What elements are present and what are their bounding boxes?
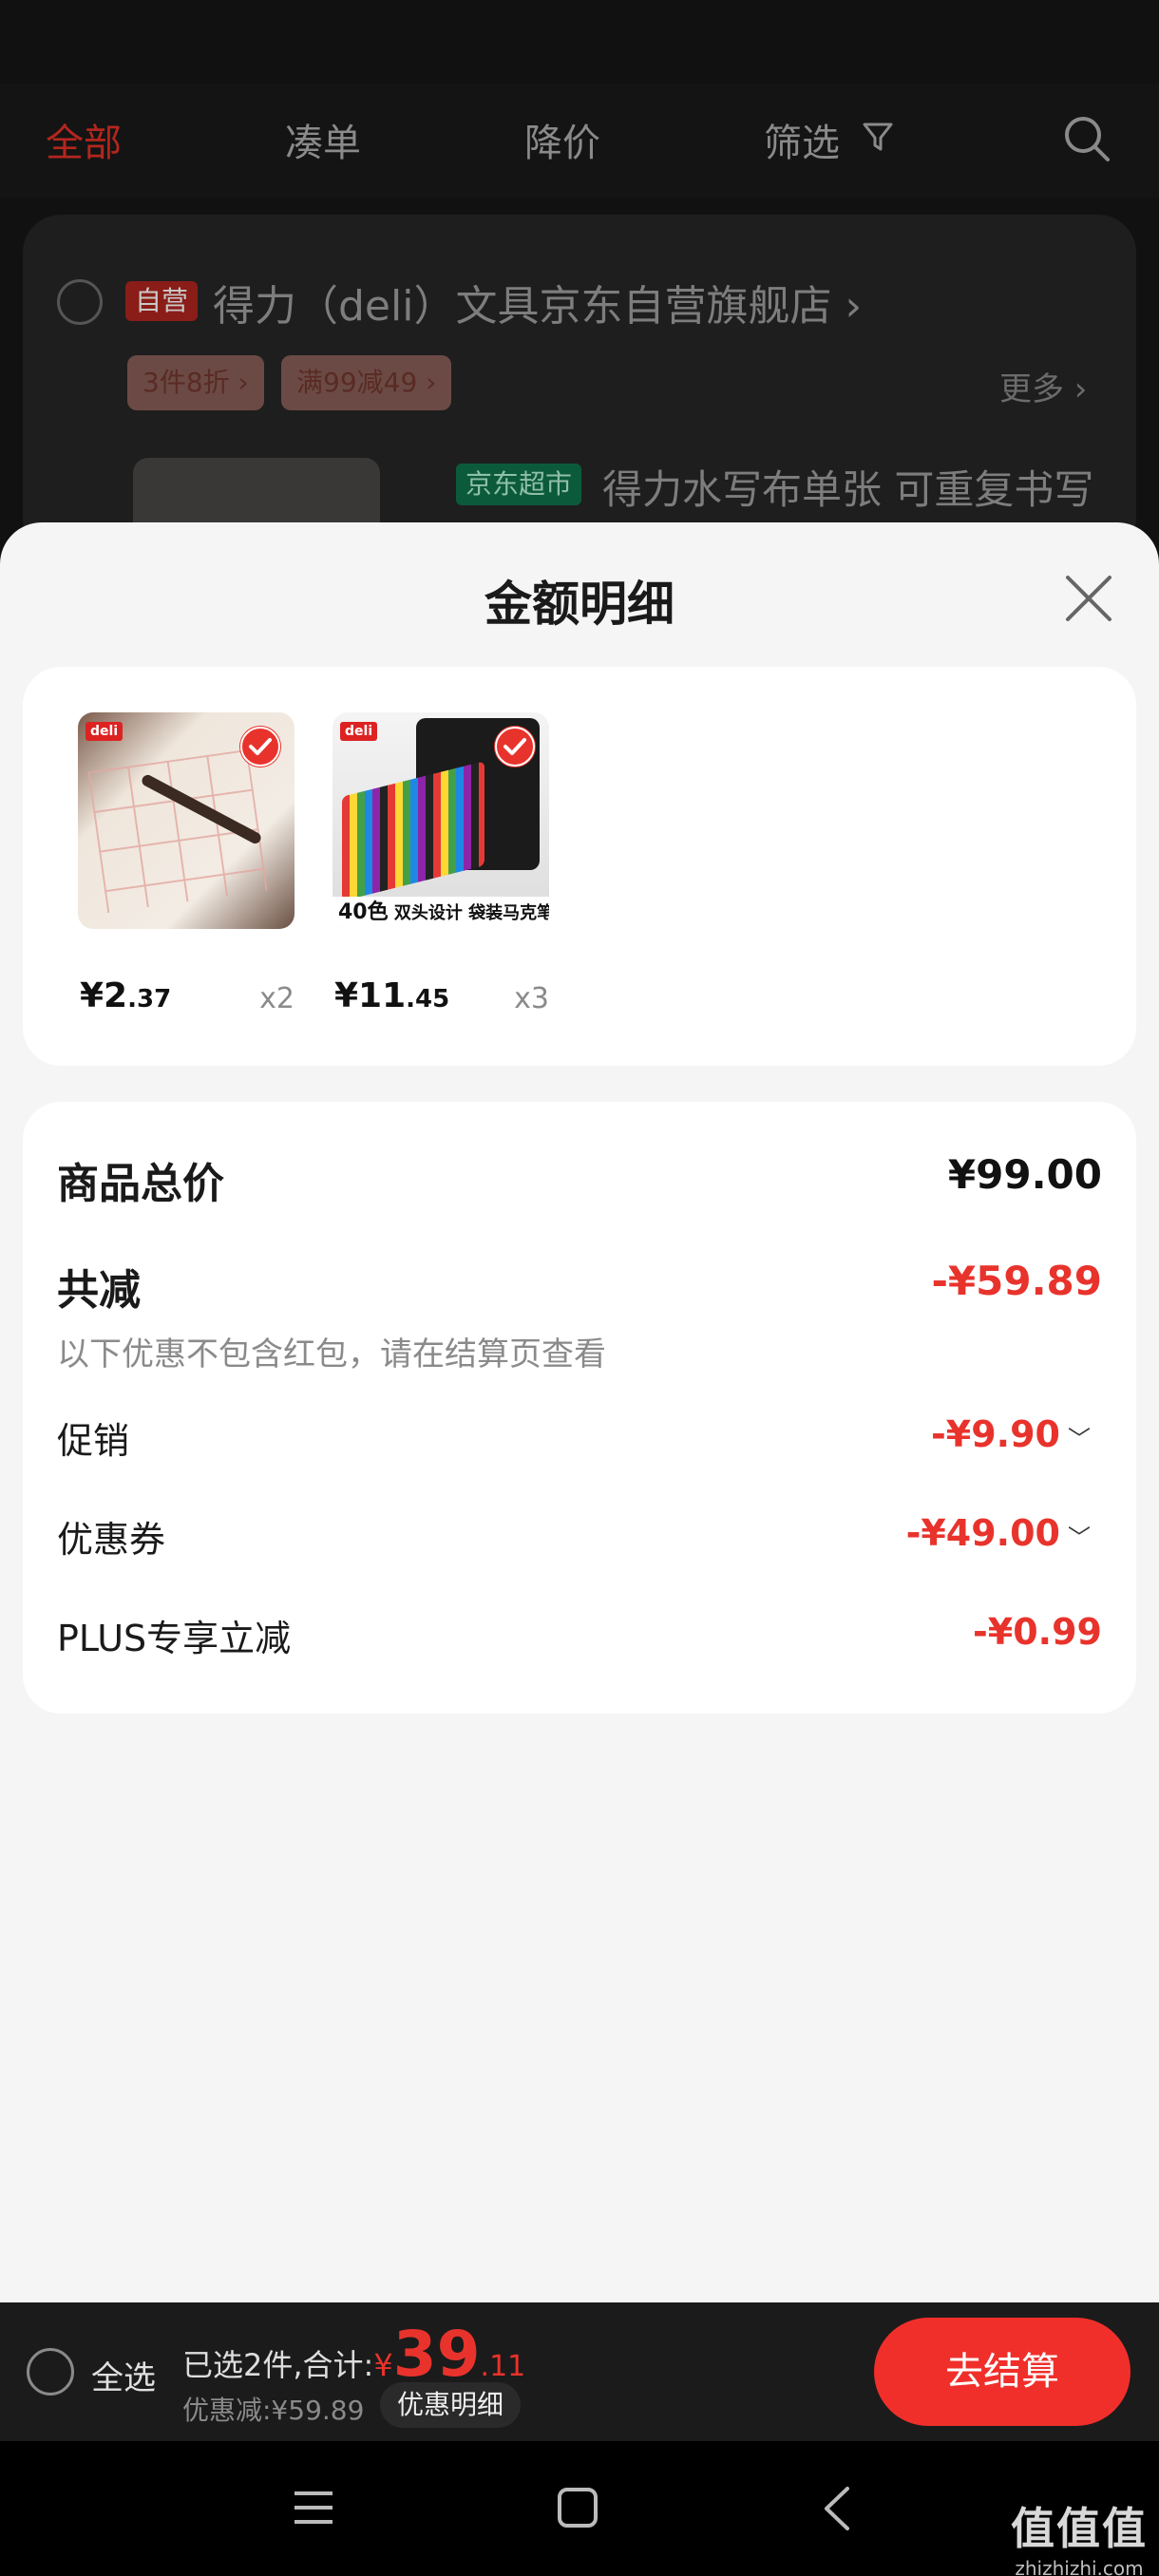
- price-integer: ¥2: [80, 976, 128, 1015]
- chevron-down-icon: ﹀: [1068, 1525, 1091, 1551]
- promo-chip-label: 满99减49: [296, 367, 418, 398]
- promotion-label: 促销: [57, 1420, 130, 1462]
- selected-item[interactable]: deli 40色 双头设计 袋装马克笔 ¥11.45 x3: [332, 712, 549, 1024]
- amount-detail-sheet: 金额明细 deli ¥2.37 x2 deli 40色 双头设计 袋装马克笔 ¥…: [0, 522, 1159, 2302]
- selected-total: 已选2件,合计:¥39.11: [182, 2318, 525, 2391]
- tab-bundle[interactable]: 凑单: [285, 112, 361, 167]
- close-icon[interactable]: [1060, 570, 1117, 627]
- tab-filter[interactable]: 筛选: [764, 112, 840, 167]
- total-saved-label: 共减: [57, 1266, 141, 1315]
- total-currency: ¥: [373, 2347, 393, 2383]
- product-name[interactable]: 得力水写布单张 可重复书写: [602, 458, 1093, 516]
- shop-card: 自营 得力（deli）文具京东自营旗舰店 › 3件8折 › 满99减49 › 更…: [23, 215, 1136, 572]
- discount-summary: 优惠减:¥59.89: [182, 2395, 365, 2426]
- status-bar: [0, 0, 1159, 84]
- caption-count: 40色: [338, 900, 389, 924]
- cart-tabs: 全部 凑单 降价 筛选: [0, 84, 1159, 198]
- selected-item[interactable]: deli ¥2.37 x2: [78, 712, 294, 1024]
- product-image: deli 40色 双头设计 袋装马克笔: [332, 712, 549, 929]
- coupon-label: 优惠券: [57, 1519, 166, 1561]
- chevron-down-icon: ﹀: [1068, 1426, 1091, 1452]
- sheet-title: 金额明细: [484, 577, 674, 632]
- promo-chip-discount[interactable]: 3件8折 ›: [127, 355, 264, 410]
- back-icon[interactable]: [819, 2485, 857, 2532]
- system-nav-bar: [0, 2441, 1159, 2576]
- search-icon[interactable]: [1062, 114, 1112, 163]
- product-caption: 40色 双头设计 袋装马克笔: [332, 897, 549, 929]
- brand-tag: deli: [340, 722, 378, 741]
- more-link-label: 更多: [999, 370, 1064, 408]
- selected-count-text: 已选2件,合计:: [182, 2347, 374, 2383]
- plus-discount-label: PLUS专享立减: [57, 1618, 292, 1659]
- promo-chip-coupon[interactable]: 满99减49 ›: [281, 355, 452, 410]
- funnel-icon[interactable]: [861, 120, 895, 154]
- select-all-label[interactable]: 全选: [91, 2352, 156, 2398]
- home-icon[interactable]: [557, 2487, 598, 2529]
- total-decimal: .11: [480, 2350, 526, 2383]
- self-operated-badge: 自营: [125, 281, 199, 321]
- total-price-value: ¥99.00: [947, 1151, 1102, 1198]
- caption-text: 双头设计 袋装马克笔: [393, 903, 549, 923]
- coupon-row-toggle[interactable]: -¥49.00 ﹀: [906, 1512, 1091, 1554]
- markers-graphic: [342, 761, 484, 901]
- item-price: ¥11.45: [334, 976, 449, 1015]
- check-icon: [494, 726, 536, 767]
- shop-select-radio[interactable]: [57, 279, 103, 325]
- total-integer: 39: [392, 2318, 481, 2391]
- product-image: deli: [78, 712, 294, 929]
- watermark: 值值值 zhizhizhi.com: [1011, 2494, 1148, 2576]
- checkout-bar: 全选 已选2件,合计:¥39.11 优惠减:¥59.89 优惠明细 去结算: [0, 2302, 1159, 2441]
- check-icon: [239, 726, 281, 767]
- tab-all[interactable]: 全部: [46, 112, 122, 167]
- total-saved-value: -¥59.89: [931, 1258, 1102, 1304]
- discount-detail-button[interactable]: 优惠明细: [380, 2382, 522, 2428]
- coupon-value: -¥49.00: [905, 1512, 1060, 1554]
- item-price: ¥2.37: [80, 976, 171, 1015]
- more-link[interactable]: 更多 ›: [999, 363, 1087, 409]
- plus-discount-value: -¥0.99: [973, 1611, 1102, 1653]
- selected-items-card: deli ¥2.37 x2 deli 40色 双头设计 袋装马克笔 ¥11.45…: [23, 667, 1136, 1066]
- watermark-logo: 值值值: [1011, 2503, 1148, 2554]
- item-quantity: x2: [259, 982, 294, 1015]
- promo-chip-label: 3件8折: [142, 367, 230, 398]
- jd-supermarket-badge: 京东超市: [456, 464, 582, 505]
- promotion-row-toggle[interactable]: -¥9.90 ﹀: [931, 1413, 1091, 1455]
- tab-price-drop[interactable]: 降价: [524, 112, 600, 167]
- watermark-url: zhizhizhi.com: [1015, 2557, 1144, 2576]
- total-price-label: 商品总价: [57, 1160, 224, 1208]
- price-summary-card: 商品总价 ¥99.00 共减 -¥59.89 以下优惠不包含红包，请在结算页查看…: [23, 1102, 1136, 1714]
- discount-note: 以下优惠不包含红包，请在结算页查看: [57, 1335, 606, 1373]
- price-decimal: .37: [127, 985, 172, 1013]
- recent-apps-icon[interactable]: [293, 2489, 334, 2527]
- item-quantity: x3: [514, 982, 549, 1015]
- checkout-button[interactable]: 去结算: [874, 2318, 1130, 2426]
- shop-name: 得力（deli）文具京东自营旗舰店: [213, 282, 832, 331]
- brand-tag: deli: [86, 722, 124, 741]
- promotion-value: -¥9.90: [931, 1413, 1060, 1455]
- price-decimal: .45: [406, 985, 450, 1013]
- price-integer: ¥11: [334, 976, 407, 1015]
- shop-name-link[interactable]: 得力（deli）文具京东自营旗舰店 ›: [213, 272, 862, 332]
- select-all-radio[interactable]: [27, 2348, 74, 2396]
